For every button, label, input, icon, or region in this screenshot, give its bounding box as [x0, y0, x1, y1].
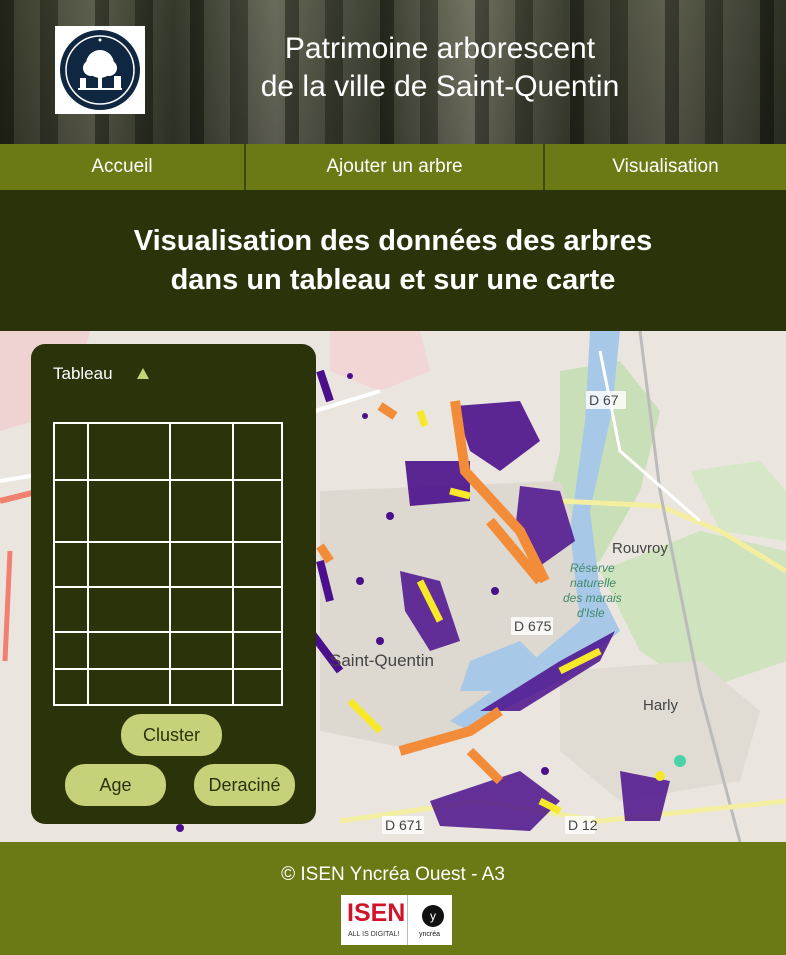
- field-area: [690, 461, 786, 541]
- map-label-d12: D 12: [568, 817, 598, 833]
- map-label-d675: D 675: [514, 618, 552, 634]
- city-logo[interactable]: [55, 26, 145, 114]
- tree-logo-icon: [60, 30, 140, 110]
- yncrea-icon: y: [422, 905, 444, 927]
- isen-logo[interactable]: ISEN ALL IS DIGITAL! y yncréa: [341, 895, 452, 945]
- map-label-reserve-3: des marais: [563, 591, 622, 605]
- site-title-line1: Patrimoine arborescent: [284, 32, 596, 65]
- map-label-harly: Harly: [643, 697, 679, 714]
- page-heading-line1: Visualisation des données des arbres: [133, 224, 653, 257]
- copyright: © ISEN Yncréa Ouest - A3: [281, 864, 505, 885]
- road-highway-south: [2, 550, 13, 662]
- table-panel: Tableau Cluster Age Deraciné: [31, 344, 316, 824]
- tree-point[interactable]: [347, 373, 353, 379]
- nav-item-accueil[interactable]: Accueil: [0, 144, 244, 190]
- map-label-d67: D 67: [589, 392, 619, 408]
- main-nav: Accueil Ajouter un arbre Visualisation: [0, 144, 786, 190]
- map-label-saint-quentin: Saint-Quentin: [330, 651, 434, 670]
- urban-pink-area: [330, 331, 430, 391]
- map-label-reserve-1: Réserve: [570, 561, 615, 575]
- cluster-button[interactable]: Cluster: [121, 714, 222, 756]
- page-heading: Visualisation des données des arbres dan…: [0, 190, 786, 331]
- header-banner: Patrimoine arborescent de la ville de Sa…: [0, 0, 786, 144]
- tree-point[interactable]: [176, 824, 184, 832]
- nav-item-visualisation[interactable]: Visualisation: [543, 144, 786, 190]
- age-button[interactable]: Age: [65, 764, 166, 806]
- tree-point[interactable]: [541, 767, 549, 775]
- yncrea-word: yncréa: [419, 931, 441, 938]
- tree-point-yellow[interactable]: [655, 771, 665, 781]
- tree-point[interactable]: [376, 637, 384, 645]
- page-heading-line2: dans un tableau et sur une carte: [170, 263, 616, 296]
- tree-line-orange-5[interactable]: [466, 747, 504, 785]
- site-title: Patrimoine arborescent de la ville de Sa…: [170, 30, 710, 106]
- map-label-reserve-2: naturelle: [570, 576, 616, 590]
- map-label-d671: D 671: [385, 817, 423, 833]
- deracine-button[interactable]: Deraciné: [194, 764, 295, 806]
- tree-point[interactable]: [356, 577, 364, 585]
- collapse-caret-icon[interactable]: [137, 368, 149, 379]
- tree-point[interactable]: [362, 413, 368, 419]
- map-label-rouvroy: Rouvroy: [612, 540, 668, 557]
- tree-point[interactable]: [491, 587, 499, 595]
- footer: © ISEN Yncréa Ouest - A3 ISEN ALL IS DIG…: [0, 842, 786, 955]
- panel-title: Tableau: [53, 364, 113, 383]
- data-table[interactable]: [53, 422, 283, 707]
- site-title-line2: de la ville de Saint-Quentin: [260, 70, 620, 103]
- isen-word: ISEN: [347, 899, 406, 927]
- map-label-reserve-4: d'Isle: [577, 606, 605, 620]
- nav-item-ajouter-arbre[interactable]: Ajouter un arbre: [244, 144, 543, 190]
- tree-point[interactable]: [386, 512, 394, 520]
- isen-tagline: ALL IS DIGITAL!: [348, 931, 400, 938]
- isen-logo-left: ISEN ALL IS DIGITAL!: [341, 895, 408, 945]
- tree-point-teal[interactable]: [674, 755, 686, 767]
- isen-logo-right: y yncréa: [408, 895, 452, 945]
